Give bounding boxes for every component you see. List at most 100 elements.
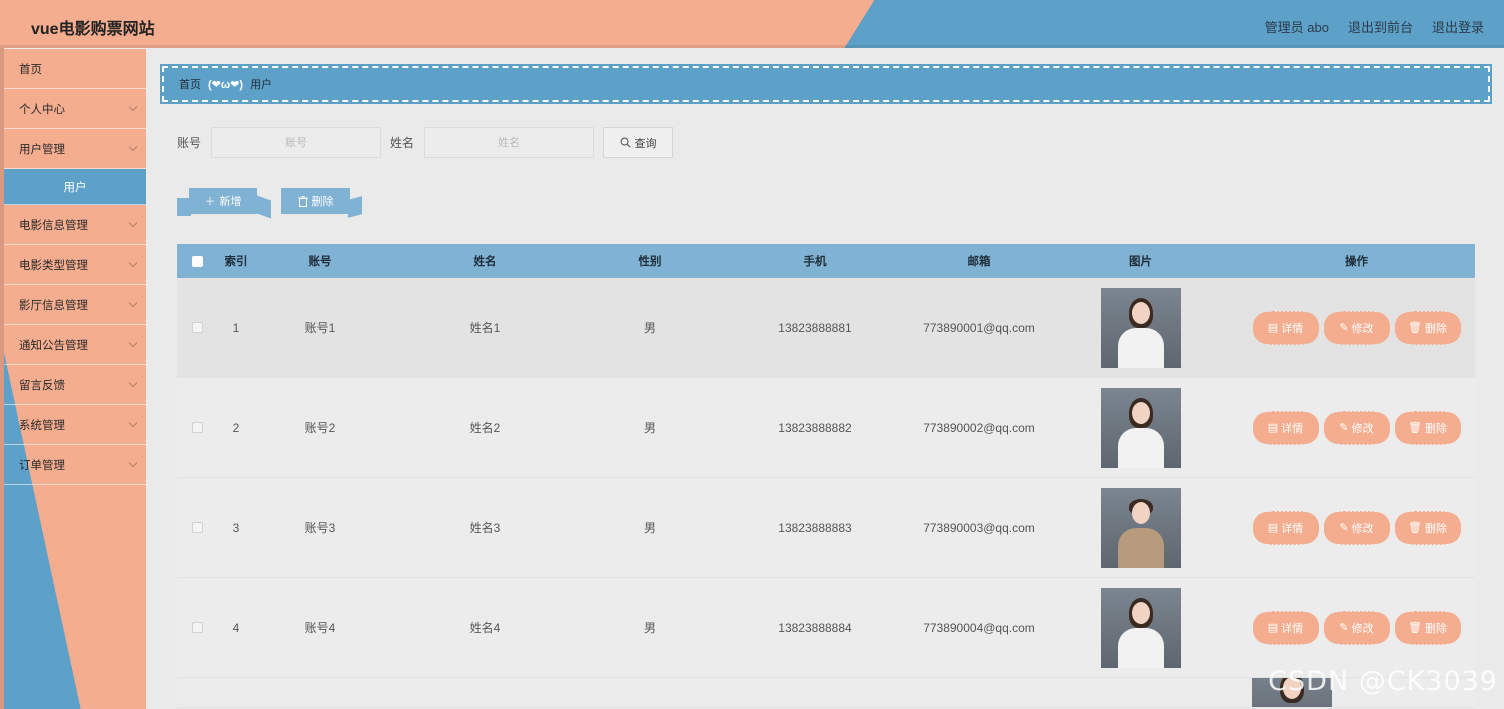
- col-header-image: 图片: [1129, 256, 1152, 268]
- sidebar-item-feedback[interactable]: 留言反馈: [4, 365, 146, 405]
- delete-button-label: 删除: [1424, 322, 1447, 335]
- document-icon: ▤: [1267, 522, 1279, 534]
- detail-button-label: 详情: [1281, 622, 1304, 635]
- pencil-icon: ✎: [1339, 622, 1349, 634]
- edit-button[interactable]: ✎ 修改: [1325, 610, 1388, 645]
- user-photo[interactable]: [1100, 287, 1181, 368]
- table-header: 索引 账号 姓名 性别 手机 邮箱 图片 操作: [177, 244, 1475, 278]
- detail-button-label: 详情: [1281, 322, 1304, 335]
- search-icon: [620, 137, 631, 148]
- delete-button-label: 删除: [1424, 422, 1447, 435]
- sidebar-subitem-users[interactable]: 用户: [4, 169, 146, 205]
- detail-button[interactable]: ▤ 详情: [1254, 610, 1317, 645]
- cell-gender: 男: [643, 521, 656, 535]
- add-button[interactable]: ＋ 新增: [189, 188, 257, 214]
- sidebar-item-label: 用户: [63, 181, 87, 194]
- sidebar-item-hall-info[interactable]: 影厅信息管理: [4, 285, 146, 325]
- sidebar-item-system[interactable]: 系统管理: [4, 405, 146, 445]
- cell-phone: 13823888884: [778, 620, 852, 635]
- chevron-down-icon: [128, 418, 138, 428]
- row-checkbox[interactable]: [191, 522, 203, 533]
- cell-account: 账号3: [304, 521, 336, 535]
- detail-button[interactable]: ▤ 详情: [1254, 410, 1317, 445]
- cell-email: 773890001@qq.com: [923, 320, 1035, 335]
- row-checkbox[interactable]: [191, 422, 203, 433]
- detail-button[interactable]: ▤ 详情: [1254, 510, 1317, 545]
- sidebar-menu: 首页 个人中心 用户管理 用户 电影信息管理 电影类型管理 影厅信息管理 通知公…: [4, 49, 146, 709]
- sidebar-item-personal-center[interactable]: 个人中心: [4, 89, 146, 129]
- batch-delete-button[interactable]: 删除: [281, 188, 350, 214]
- edit-button[interactable]: ✎ 修改: [1325, 310, 1388, 345]
- edit-button[interactable]: ✎ 修改: [1325, 510, 1388, 545]
- sidebar-item-user-management[interactable]: 用户管理: [4, 129, 146, 169]
- watermark: CSDN @CK3039: [1268, 666, 1498, 697]
- delete-button-label: 删除: [1424, 522, 1447, 535]
- col-header-email: 邮箱: [967, 256, 991, 268]
- admin-user-label[interactable]: 管理员 abo: [1265, 17, 1329, 36]
- col-header-gender: 性别: [638, 256, 662, 268]
- ribbon-decoration: [348, 196, 362, 218]
- detail-button[interactable]: ▤ 详情: [1254, 310, 1317, 345]
- sidebar-item-movie-info[interactable]: 电影信息管理: [4, 205, 146, 245]
- name-search-input[interactable]: [424, 127, 595, 158]
- user-photo[interactable]: [1100, 387, 1181, 468]
- sidebar-item-label: 电影类型管理: [19, 259, 88, 272]
- document-icon: ▤: [1267, 622, 1279, 634]
- user-photo[interactable]: [1100, 587, 1181, 668]
- trash-icon: 🗑: [1408, 522, 1422, 534]
- sidebar-item-label: 电影信息管理: [19, 219, 88, 232]
- sidebar-item-notice[interactable]: 通知公告管理: [4, 325, 146, 365]
- user-photo[interactable]: [1100, 487, 1181, 568]
- cell-phone: 13823888882: [778, 420, 852, 435]
- delete-button[interactable]: 🗑 删除: [1396, 510, 1459, 545]
- table-row: 4 账号4 姓名4 男 13823888884 773890004@qq.com…: [177, 578, 1475, 678]
- select-all-checkbox[interactable]: [191, 255, 203, 267]
- col-header-account: 账号: [308, 256, 332, 268]
- cell-email: 773890004@qq.com: [923, 620, 1035, 635]
- sidebar-item-home[interactable]: 首页: [4, 49, 146, 89]
- cell-gender: 男: [643, 621, 656, 635]
- cell-phone: 13823888883: [778, 520, 852, 535]
- query-button-label: 查询: [634, 137, 657, 150]
- delete-button[interactable]: 🗑 删除: [1396, 410, 1459, 445]
- delete-button[interactable]: 🗑 删除: [1396, 610, 1459, 645]
- sidebar-item-label: 留言反馈: [19, 379, 65, 392]
- table-row: 2 账号2 姓名2 男 13823888882 773890002@qq.com…: [177, 378, 1475, 478]
- edit-button-label: 修改: [1351, 322, 1374, 335]
- row-actions: ▤ 详情 ✎ 修改 🗑 删除: [1238, 310, 1475, 345]
- sidebar-item-orders[interactable]: 订单管理: [4, 445, 146, 485]
- trash-icon: 🗑: [1408, 622, 1422, 634]
- row-checkbox[interactable]: [191, 322, 203, 333]
- edit-button-label: 修改: [1351, 522, 1374, 535]
- sidebar-item-label: 订单管理: [19, 459, 65, 472]
- cell-account: 账号1: [304, 321, 336, 335]
- delete-button-label: 删除: [1424, 622, 1447, 635]
- breadcrumb-home[interactable]: 首页: [179, 76, 201, 92]
- document-icon: ▤: [1267, 422, 1279, 434]
- sidebar-item-label: 系统管理: [19, 419, 65, 432]
- delete-button[interactable]: 🗑 删除: [1396, 310, 1459, 345]
- cell-name: 姓名2: [469, 421, 501, 435]
- col-header-index: 索引: [224, 256, 248, 268]
- users-table: 索引 账号 姓名 性别 手机 邮箱 图片 操作 1 账号1 姓名1 男 1382…: [177, 244, 1475, 708]
- detail-button-label: 详情: [1281, 422, 1304, 435]
- query-button[interactable]: 查询: [603, 127, 674, 158]
- row-actions: ▤ 详情 ✎ 修改 🗑 删除: [1238, 410, 1475, 445]
- row-checkbox[interactable]: [191, 622, 203, 633]
- account-search-input[interactable]: [211, 127, 382, 158]
- cell-gender: 男: [643, 421, 656, 435]
- cell-name: 姓名1: [469, 321, 501, 335]
- sidebar-item-label: 通知公告管理: [19, 339, 88, 352]
- cell-gender: 男: [643, 321, 656, 335]
- logout-link[interactable]: 退出登录: [1432, 17, 1484, 36]
- edit-button-label: 修改: [1351, 422, 1374, 435]
- edit-button[interactable]: ✎ 修改: [1325, 410, 1388, 445]
- back-to-front-link[interactable]: 退出到前台: [1348, 17, 1413, 36]
- cell-account: 账号4: [304, 621, 336, 635]
- plus-icon: ＋: [204, 196, 216, 208]
- name-label: 姓名: [390, 136, 415, 150]
- batch-delete-button-label: 删除: [311, 196, 334, 208]
- sidebar-item-movie-type[interactable]: 电影类型管理: [4, 245, 146, 285]
- trash-icon: 🗑: [1408, 322, 1422, 334]
- cell-email: 773890003@qq.com: [923, 520, 1035, 535]
